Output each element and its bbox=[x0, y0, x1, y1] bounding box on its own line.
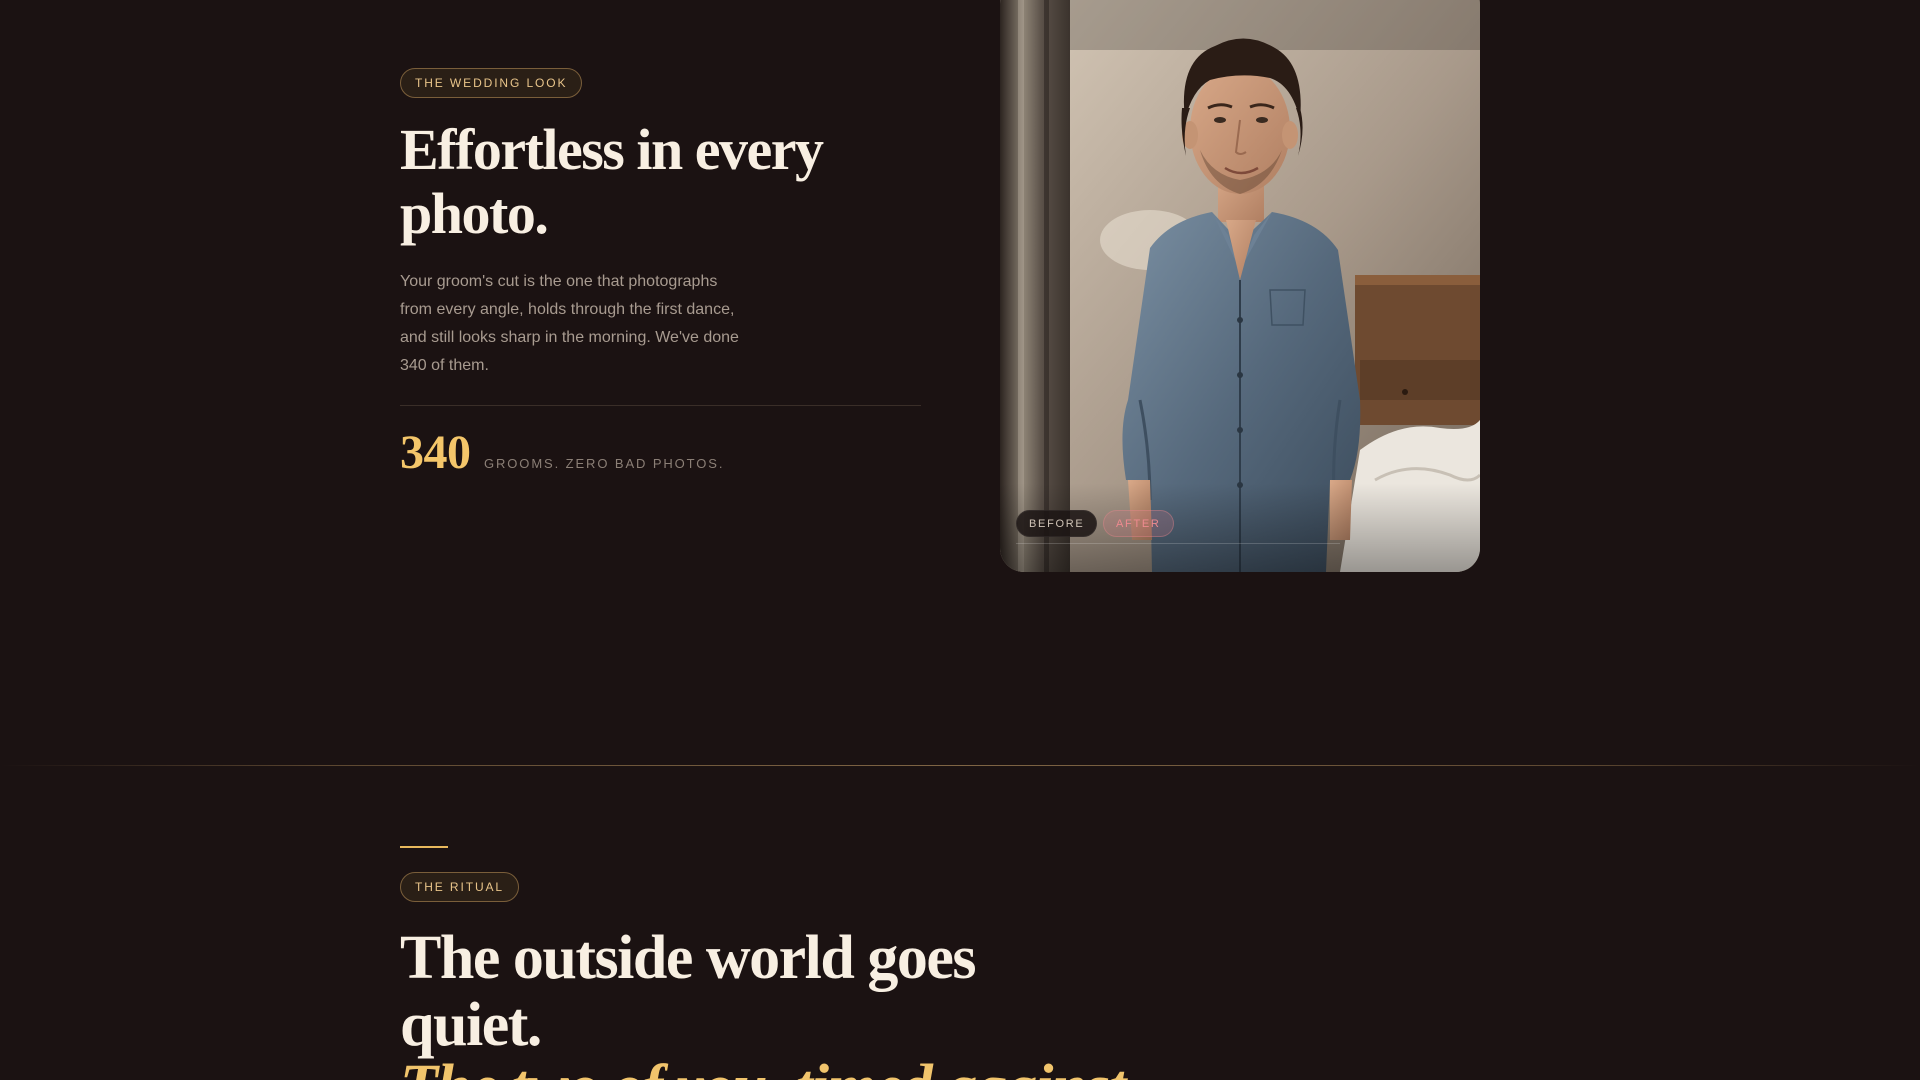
page: THE WEDDING LOOK Effortless in every pho… bbox=[0, 0, 1920, 1080]
before-toggle[interactable]: BEFORE bbox=[1016, 510, 1098, 537]
ritual-headline-continued: The two of you, timed against bbox=[400, 1054, 1126, 1080]
stat-label: GROOMS. ZERO BAD PHOTOS. bbox=[484, 456, 725, 471]
compare-slider-track[interactable] bbox=[1016, 543, 1340, 544]
section-divider bbox=[0, 765, 1920, 766]
groom-photo-card[interactable]: BEFORE AFTER bbox=[1000, 0, 1480, 572]
stat-number: 340 bbox=[400, 426, 471, 479]
wedding-look-headline: Effortless in every photo. bbox=[400, 117, 824, 246]
ritual-tag: THE RITUAL bbox=[400, 872, 520, 902]
ritual-headline: The outside world goes quiet. bbox=[400, 924, 976, 1059]
after-toggle[interactable]: AFTER bbox=[1103, 510, 1174, 537]
stat-divider bbox=[400, 405, 921, 406]
accent-line bbox=[400, 846, 448, 848]
groom-photo bbox=[1000, 0, 1480, 572]
wedding-look-tag: THE WEDDING LOOK bbox=[400, 68, 583, 98]
wedding-look-body: Your groom's cut is the one that photogr… bbox=[400, 273, 739, 374]
